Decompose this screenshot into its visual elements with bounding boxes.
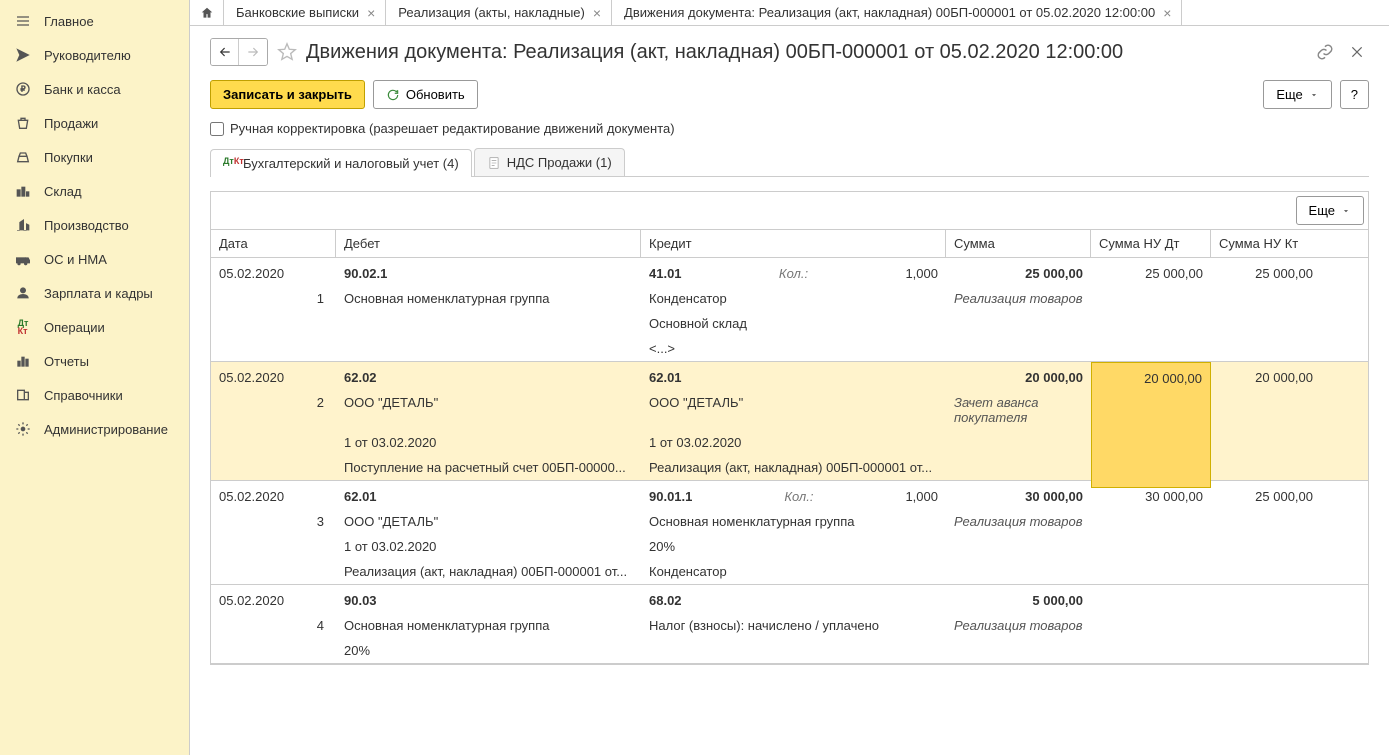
sidebar-item-label: Администрирование [44, 422, 168, 437]
tab-accounting[interactable]: ДтКт Бухгалтерский и налоговый учет (4) [210, 149, 472, 177]
accounting-table: Еще Дата Дебет Кредит Сумма Сумма НУ Дт … [210, 191, 1369, 665]
tab-close-icon[interactable]: × [591, 5, 603, 21]
sidebar-icon: ДтКт [14, 318, 32, 336]
dtkt-icon: ДтКт [223, 157, 237, 171]
sidebar-icon [14, 250, 32, 268]
sidebar-item[interactable]: Зарплата и кадры [0, 276, 189, 310]
table-row[interactable]: 05.02.202062.0262.0120 000,0020 000,0020… [211, 362, 1368, 481]
link-icon[interactable] [1313, 40, 1337, 64]
sidebar-item[interactable]: Склад [0, 174, 189, 208]
sidebar-item-label: Главное [44, 14, 94, 29]
sidebar-item-label: Справочники [44, 388, 123, 403]
favorite-star-icon[interactable] [276, 41, 298, 63]
sidebar-icon [14, 284, 32, 302]
save-close-button[interactable]: Записать и закрыть [210, 80, 365, 109]
sidebar-item[interactable]: Администрирование [0, 412, 189, 446]
tab-label: Движения документа: Реализация (акт, нак… [624, 5, 1155, 20]
col-nukt[interactable]: Сумма НУ Кт [1211, 230, 1321, 257]
table-row[interactable]: 05.02.202090.02.141.01Кол.:1,00025 000,0… [211, 258, 1368, 362]
tab-label: Банковские выписки [236, 5, 359, 20]
sidebar-item-label: Банк и касса [44, 82, 121, 97]
document-tab[interactable]: Реализация (акты, накладные) × [386, 0, 612, 25]
refresh-icon [386, 88, 400, 102]
col-nudt[interactable]: Сумма НУ Дт [1091, 230, 1211, 257]
sidebar-icon [14, 12, 32, 30]
sidebar-icon [14, 420, 32, 438]
sidebar-icon [14, 182, 32, 200]
table-row[interactable]: 05.02.202090.0368.025 000,004Основная но… [211, 585, 1368, 664]
tab-close-icon[interactable]: × [1161, 5, 1173, 21]
sidebar-item[interactable]: Отчеты [0, 344, 189, 378]
sidebar-item[interactable]: ОС и НМА [0, 242, 189, 276]
sidebar-icon: ₽ [14, 80, 32, 98]
nav-arrows [210, 38, 268, 66]
sidebar-item-label: Руководителю [44, 48, 131, 63]
col-debit[interactable]: Дебет [336, 230, 641, 257]
tab-close-icon[interactable]: × [365, 5, 377, 21]
chevron-down-icon [1309, 90, 1319, 100]
sidebar-icon [14, 216, 32, 234]
sidebar-icon [14, 46, 32, 64]
sidebar-item[interactable]: ДтКт Операции [0, 310, 189, 344]
sidebar-item[interactable]: Покупки [0, 140, 189, 174]
more-button[interactable]: Еще [1263, 80, 1331, 109]
nav-back[interactable] [211, 39, 239, 65]
sidebar-icon [14, 148, 32, 166]
col-date[interactable]: Дата [211, 230, 336, 257]
table-row[interactable]: 05.02.202062.0190.01.1Кол.:1,00030 000,0… [211, 481, 1368, 585]
tab-vat-sales[interactable]: НДС Продажи (1) [474, 148, 625, 176]
sidebar: Главное Руководителю ₽ Банк и касса Продажи П… [0, 0, 190, 755]
sidebar-icon [14, 114, 32, 132]
document-icon [487, 156, 501, 170]
sidebar-item[interactable]: ₽ Банк и касса [0, 72, 189, 106]
tab-label: Реализация (акты, накладные) [398, 5, 585, 20]
home-tab[interactable] [190, 0, 224, 25]
help-button[interactable]: ? [1340, 80, 1369, 109]
close-icon[interactable] [1345, 40, 1369, 64]
chevron-down-icon [1341, 206, 1351, 216]
sidebar-item[interactable]: Продажи [0, 106, 189, 140]
page-title: Движения документа: Реализация (акт, нак… [306, 41, 1305, 64]
sidebar-item-label: Производство [44, 218, 129, 233]
sidebar-item[interactable]: Справочники [0, 378, 189, 412]
sidebar-item-label: Отчеты [44, 354, 89, 369]
sidebar-item[interactable]: Руководителю [0, 38, 189, 72]
refresh-button[interactable]: Обновить [373, 80, 478, 109]
sidebar-item-label: Продажи [44, 116, 98, 131]
sidebar-item-label: Операции [44, 320, 105, 335]
tabs-bar: Банковские выписки×Реализация (акты, нак… [190, 0, 1389, 26]
manual-edit-checkbox[interactable] [210, 122, 224, 136]
table-more-button[interactable]: Еще [1296, 196, 1364, 225]
sidebar-item[interactable]: Производство [0, 208, 189, 242]
manual-edit-label: Ручная корректировка (разрешает редактир… [230, 121, 675, 136]
col-sum[interactable]: Сумма [946, 230, 1091, 257]
document-tab[interactable]: Банковские выписки × [224, 0, 386, 25]
home-icon [200, 6, 214, 20]
col-credit[interactable]: Кредит [641, 230, 946, 257]
sidebar-item-label: Зарплата и кадры [44, 286, 153, 301]
svg-text:₽: ₽ [20, 85, 25, 94]
sidebar-item-label: Склад [44, 184, 82, 199]
sidebar-icon [14, 386, 32, 404]
nav-forward[interactable] [239, 39, 267, 65]
sidebar-item-label: ОС и НМА [44, 252, 107, 267]
sidebar-item[interactable]: Главное [0, 4, 189, 38]
sidebar-item-label: Покупки [44, 150, 93, 165]
document-tab[interactable]: Движения документа: Реализация (акт, нак… [612, 0, 1182, 25]
sidebar-icon [14, 352, 32, 370]
